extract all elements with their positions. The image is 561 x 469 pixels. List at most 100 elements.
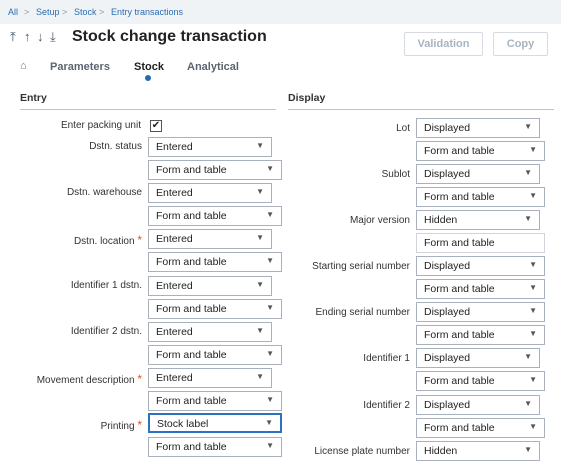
tab-bar: ⌂ Parameters Stock Analytical — [0, 58, 561, 81]
chevron-down-icon: ▼ — [529, 422, 537, 431]
chevron-down-icon: ▼ — [524, 399, 532, 408]
tab-analytical[interactable]: Analytical — [187, 61, 239, 73]
next-record-icon[interactable]: ↓ — [37, 29, 44, 44]
dstn-status-select[interactable]: Entered ▼ — [148, 137, 272, 157]
ending-serial-number-select[interactable]: Displayed ▼ — [416, 302, 545, 322]
printing-select[interactable]: Stock label ▼ — [148, 413, 282, 433]
chevron-down-icon: ▼ — [256, 141, 264, 150]
last-record-icon[interactable]: ⤓ — [50, 29, 56, 45]
ending-serial-number-mode-select[interactable]: Form and table ▼ — [416, 325, 545, 345]
starting-serial-number-select[interactable]: Displayed ▼ — [416, 256, 545, 276]
chevron-down-icon: ▼ — [524, 445, 532, 454]
identifier-1-dstn-mode-select[interactable]: Form and table ▼ — [148, 299, 282, 319]
entry-section-title: Entry — [20, 92, 276, 110]
home-icon[interactable]: ⌂ — [20, 60, 27, 72]
chevron-down-icon: ▼ — [266, 164, 274, 173]
chevron-down-icon: ▼ — [529, 306, 537, 315]
identifier-1-select[interactable]: Displayed ▼ — [416, 348, 540, 368]
lot-mode-select[interactable]: Form and table ▼ — [416, 141, 545, 161]
chevron-down-icon: ▼ — [529, 375, 537, 384]
breadcrumb: All > Setup > Stock > Entry transactions — [0, 0, 561, 24]
chevron-down-icon: ▼ — [529, 191, 537, 200]
breadcrumb-current: Entry transactions — [111, 7, 184, 17]
chevron-down-icon: ▼ — [266, 210, 274, 219]
printing-label: Printing * — [100, 418, 142, 432]
major-version-select[interactable]: Hidden ▼ — [416, 210, 540, 230]
chevron-down-icon: ▼ — [266, 395, 274, 404]
ending-serial-number-label: Ending serial number — [315, 307, 411, 318]
required-icon: * — [137, 233, 142, 247]
required-icon: * — [137, 418, 142, 432]
dstn-status-mode-select[interactable]: Form and table ▼ — [148, 160, 282, 180]
license-plate-number-select[interactable]: Hidden ▼ — [416, 441, 540, 461]
required-icon: * — [137, 372, 142, 386]
identifier-1-label: Identifier 1 — [363, 353, 410, 364]
chevron-down-icon: ▼ — [256, 233, 264, 242]
copy-button[interactable]: Copy — [493, 32, 548, 56]
active-tab-indicator — [145, 75, 151, 81]
dstn-location-label: Dstn. location * — [73, 233, 142, 247]
dstn-location-select[interactable]: Entered ▼ — [148, 229, 272, 249]
lot-label: Lot — [396, 123, 410, 134]
lot-select[interactable]: Displayed ▼ — [416, 118, 540, 138]
chevron-down-icon: ▼ — [256, 372, 264, 381]
chevron-down-icon: ▼ — [524, 168, 532, 177]
first-record-icon[interactable]: ⤒ — [10, 29, 16, 45]
movement-description-label: Movement description * — [36, 372, 142, 386]
chevron-down-icon: ▼ — [256, 280, 264, 289]
breadcrumb-separator: > — [62, 7, 68, 17]
enter-packing-unit-label: Enter packing unit — [60, 120, 141, 131]
page-title: Stock change transaction — [72, 28, 267, 45]
chevron-down-icon: ▼ — [524, 122, 532, 131]
chevron-down-icon: ▼ — [529, 145, 537, 154]
validation-button[interactable]: Validation — [404, 32, 483, 56]
dstn-warehouse-mode-select[interactable]: Form and table ▼ — [148, 206, 282, 226]
chevron-down-icon: ▼ — [524, 214, 532, 223]
previous-record-icon[interactable]: ↑ — [24, 29, 31, 44]
tab-stock[interactable]: Stock — [134, 61, 164, 73]
movement-description-select[interactable]: Entered ▼ — [148, 368, 272, 388]
printing-mode-select[interactable]: Form and table ▼ — [148, 437, 282, 457]
identifier-1-dstn-label: Identifier 1 dstn. — [70, 280, 142, 291]
identifier-2-select[interactable]: Displayed ▼ — [416, 395, 540, 415]
chevron-down-icon: ▼ — [265, 418, 273, 427]
chevron-down-icon: ▼ — [256, 187, 264, 196]
dstn-location-mode-select[interactable]: Form and table ▼ — [148, 252, 282, 272]
breadcrumb-all[interactable]: All — [8, 7, 18, 17]
sublot-select[interactable]: Displayed ▼ — [416, 164, 540, 184]
breadcrumb-stock[interactable]: Stock — [74, 7, 97, 17]
dstn-status-label: Dstn. status — [89, 141, 142, 152]
title-bar: ⤒ ↑ ↓ ⤓ Stock change transaction Validat… — [0, 26, 561, 56]
chevron-down-icon: ▼ — [529, 260, 537, 269]
breadcrumb-setup[interactable]: Setup — [36, 7, 60, 17]
identifier-2-mode-select[interactable]: Form and table ▼ — [416, 418, 545, 438]
identifier-1-mode-select[interactable]: Form and table ▼ — [416, 371, 545, 391]
dstn-warehouse-select[interactable]: Entered ▼ — [148, 183, 272, 203]
identifier-2-label: Identifier 2 — [363, 400, 410, 411]
chevron-down-icon: ▼ — [266, 349, 274, 358]
identifier-2-dstn-mode-select[interactable]: Form and table ▼ — [148, 345, 282, 365]
dstn-warehouse-label: Dstn. warehouse — [66, 187, 142, 198]
chevron-down-icon: ▼ — [266, 256, 274, 265]
major-version-mode-field: Form and table — [416, 233, 545, 253]
major-version-label: Major version — [349, 215, 410, 226]
chevron-down-icon: ▼ — [266, 303, 274, 312]
identifier-1-dstn-select[interactable]: Entered ▼ — [148, 276, 272, 296]
license-plate-number-label: License plate number — [314, 446, 410, 457]
chevron-down-icon: ▼ — [529, 283, 537, 292]
enter-packing-unit-checkbox[interactable]: ✔ — [150, 120, 162, 132]
chevron-down-icon: ▼ — [266, 441, 274, 450]
sublot-label: Sublot — [381, 169, 410, 180]
chevron-down-icon: ▼ — [256, 326, 264, 335]
identifier-2-dstn-label: Identifier 2 dstn. — [70, 326, 142, 337]
sublot-mode-select[interactable]: Form and table ▼ — [416, 187, 545, 207]
tab-parameters[interactable]: Parameters — [50, 61, 110, 73]
breadcrumb-separator: > — [24, 7, 30, 17]
starting-serial-number-label: Starting serial number — [312, 261, 410, 272]
identifier-2-dstn-select[interactable]: Entered ▼ — [148, 322, 272, 342]
starting-serial-number-mode-select[interactable]: Form and table ▼ — [416, 279, 545, 299]
chevron-down-icon: ▼ — [524, 352, 532, 361]
breadcrumb-separator: > — [99, 7, 105, 17]
chevron-down-icon: ▼ — [529, 329, 537, 338]
movement-description-mode-select[interactable]: Form and table ▼ — [148, 391, 282, 411]
